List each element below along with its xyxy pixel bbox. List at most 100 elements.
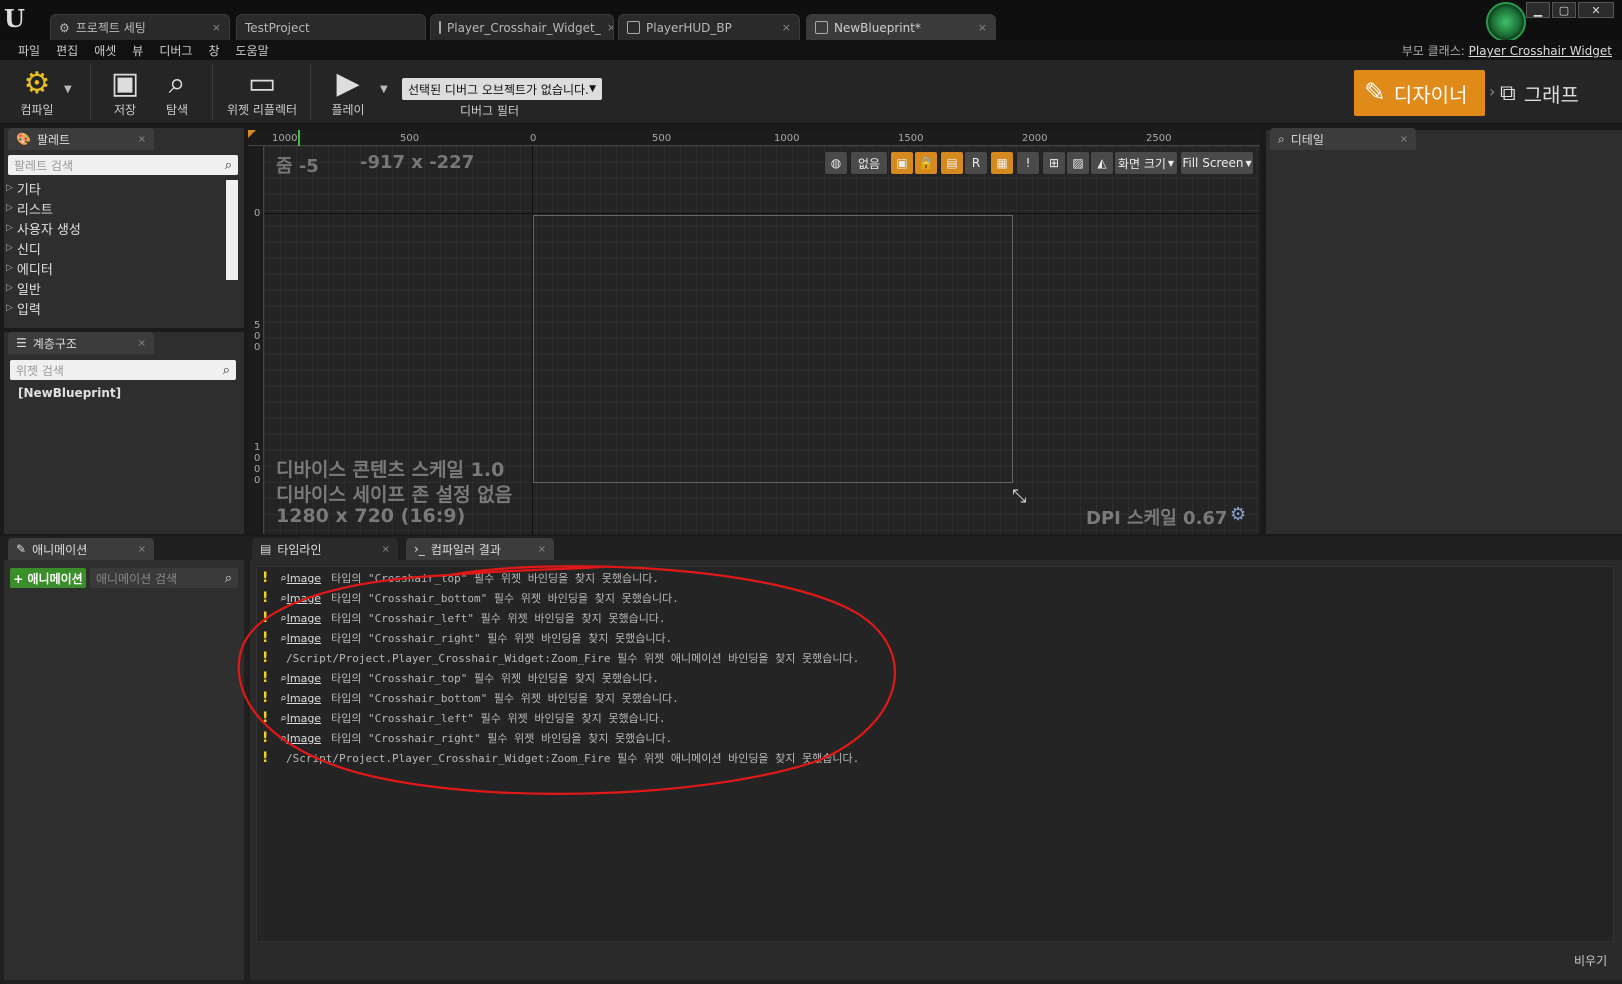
image-icon[interactable]: ▨: [1066, 151, 1090, 175]
palette-item-list[interactable]: ▷ 리스트: [6, 198, 53, 218]
ruler-tick-label: 0: [530, 133, 537, 144]
find-icon[interactable]: ⌕: [280, 672, 287, 685]
widget-search-input[interactable]: 위젯 검색 ⌕: [10, 360, 236, 380]
compiler-icon: ›_: [414, 542, 425, 556]
tab-timeline[interactable]: ▤ 타임라인 ×: [252, 538, 398, 560]
menu-debug[interactable]: 디버그: [151, 42, 200, 59]
close-icon[interactable]: ×: [138, 134, 146, 145]
close-icon[interactable]: ×: [978, 21, 987, 34]
palette-item-input[interactable]: ▷ 입력: [6, 298, 41, 318]
image-type-link[interactable]: Image: [287, 672, 321, 685]
find-icon[interactable]: ⌕: [280, 692, 287, 705]
source-control-status-icon[interactable]: [1486, 2, 1526, 42]
widget-canvas-bounds[interactable]: [533, 215, 1013, 483]
palette-item-common[interactable]: ▷ 일반: [6, 278, 41, 298]
warning-icon: !: [262, 630, 269, 646]
menu-window[interactable]: 창: [200, 42, 227, 59]
layout-toggle-icon[interactable]: ▤: [940, 151, 964, 175]
chevron-down-icon[interactable]: ▼: [64, 84, 72, 95]
find-icon[interactable]: ⌕: [280, 612, 287, 625]
palette-item-editor[interactable]: ▷ 에디터: [6, 258, 53, 278]
close-icon[interactable]: ×: [782, 21, 791, 34]
close-icon[interactable]: ×: [1400, 134, 1408, 145]
compile-button[interactable]: ⚙ 컴파일: [8, 62, 66, 122]
resize-handle-icon[interactable]: ⤡: [1012, 486, 1026, 507]
designer-mode-button[interactable]: ✎ 디자이너: [1354, 70, 1485, 116]
grid-snap-icon[interactable]: ▦: [990, 151, 1014, 175]
tab-compiler-results[interactable]: ›_ 컴파일러 결과 ×: [406, 538, 554, 560]
warning-toggle-icon[interactable]: !: [1016, 151, 1040, 175]
close-icon[interactable]: ×: [138, 338, 146, 349]
image-type-link[interactable]: Image: [287, 592, 321, 605]
animation-search-input[interactable]: 애니메이션 검색 ⌕: [90, 568, 238, 588]
clear-button[interactable]: 비우기: [1574, 952, 1607, 969]
scrollbar-thumb[interactable]: [226, 180, 238, 280]
transform-toggle-icon[interactable]: ▣: [890, 151, 914, 175]
tab-player-crosshair-widget[interactable]: Player_Crosshair_Widget_ ×: [430, 14, 614, 40]
tab-animation[interactable]: ✎ 애니메이션 ×: [8, 538, 154, 560]
debug-object-select[interactable]: 선택된 디버그 오브젝트가 없습니다. ▼: [402, 78, 602, 100]
palette-item-misc[interactable]: ▷ 기타: [6, 178, 41, 198]
minimize-button[interactable]: ▁: [1526, 2, 1550, 18]
image-type-link[interactable]: Image: [287, 712, 321, 725]
menu-view[interactable]: 뷰: [124, 42, 151, 59]
save-button[interactable]: ▣ 저장: [102, 62, 148, 122]
screen-size-dropdown[interactable]: 화면 크기 ▼: [1114, 151, 1178, 175]
fill-screen-dropdown[interactable]: Fill Screen ▼: [1180, 151, 1254, 175]
tab-test-project[interactable]: TestProject: [236, 14, 426, 40]
resolution-text: 1280 x 720 (16:9): [276, 505, 466, 527]
animation-panel: [4, 560, 244, 980]
palette-item-synth[interactable]: ▷ 신디: [6, 238, 41, 258]
tab-player-hud-bp[interactable]: PlayerHUD_BP ×: [618, 14, 800, 40]
hierarchy-root-item[interactable]: [NewBlueprint]: [18, 383, 121, 403]
tab-hierarchy[interactable]: ☰ 계층구조 ×: [8, 332, 154, 354]
close-icon[interactable]: ×: [138, 544, 146, 555]
parent-class-link[interactable]: Player Crosshair Widget: [1469, 44, 1612, 58]
respect-locks-button[interactable]: R: [964, 151, 988, 175]
parent-class: 부모 클래스: Player Crosshair Widget: [1402, 42, 1612, 59]
chevron-down-icon[interactable]: ▼: [380, 84, 388, 95]
palette-search-input[interactable]: 팔레트 검색 ⌕: [8, 155, 238, 175]
tab-details[interactable]: ⌕ 디테일 ×: [1270, 128, 1416, 150]
widget-reflector-button[interactable]: ▭ 위젯 리플렉터: [224, 62, 300, 122]
menu-help[interactable]: 도움말: [228, 42, 277, 59]
menu-file[interactable]: 파일: [10, 42, 48, 59]
find-icon[interactable]: ⌕: [280, 572, 287, 585]
flip-icon[interactable]: ◭: [1090, 151, 1114, 175]
browse-button[interactable]: ⌕ 탐색: [152, 62, 202, 122]
image-type-link[interactable]: Image: [287, 572, 321, 585]
settings-gear-icon[interactable]: ⚙: [1230, 504, 1246, 525]
find-icon[interactable]: ⌕: [280, 592, 287, 605]
warning-icon: !: [262, 750, 269, 766]
tab-project-settings[interactable]: ⚙ 프로젝트 세팅 ×: [50, 14, 230, 40]
tab-new-blueprint[interactable]: NewBlueprint* ×: [806, 14, 996, 40]
find-icon[interactable]: ⌕: [280, 732, 287, 745]
lock-icon[interactable]: 🔒: [914, 151, 938, 175]
find-icon[interactable]: ⌕: [280, 632, 287, 645]
close-window-button[interactable]: ✕: [1578, 2, 1614, 18]
palette-item-label: 신디: [16, 242, 41, 258]
play-button[interactable]: ▶ 플레이: [320, 62, 376, 122]
menu-edit[interactable]: 편집: [48, 42, 86, 59]
add-animation-button[interactable]: + 애니메이션: [10, 568, 86, 588]
close-icon[interactable]: ×: [607, 21, 613, 34]
palette-item-user-created[interactable]: ▷ 사용자 생성: [6, 218, 81, 238]
menu-asset[interactable]: 애셋: [86, 42, 124, 59]
graph-mode-button[interactable]: ⧉ 그래프: [1500, 70, 1614, 116]
maximize-button[interactable]: ▢: [1552, 2, 1576, 18]
image-type-link[interactable]: Image: [287, 732, 321, 745]
close-icon[interactable]: ×: [212, 21, 221, 34]
debug-filter-label: 디버그 필터: [460, 104, 520, 118]
image-type-link[interactable]: Image: [287, 692, 321, 705]
ruler-tick-label: 0: [254, 475, 261, 486]
tab-palette[interactable]: 🎨 팔레트 ×: [8, 128, 154, 150]
image-type-link[interactable]: Image: [287, 612, 321, 625]
find-icon[interactable]: ⌕: [280, 712, 287, 725]
globe-icon[interactable]: ◍: [824, 151, 848, 175]
image-type-link[interactable]: Image: [287, 632, 321, 645]
close-icon[interactable]: ×: [538, 544, 546, 555]
log-line: ! ⌕ Image 타입의 "Crosshair_bottom" 필수 위젯 바인딩을…: [262, 688, 679, 708]
localization-preview-button[interactable]: 없음: [850, 151, 888, 175]
close-icon[interactable]: ×: [382, 544, 390, 555]
fit-width-icon[interactable]: ⊞: [1042, 151, 1066, 175]
